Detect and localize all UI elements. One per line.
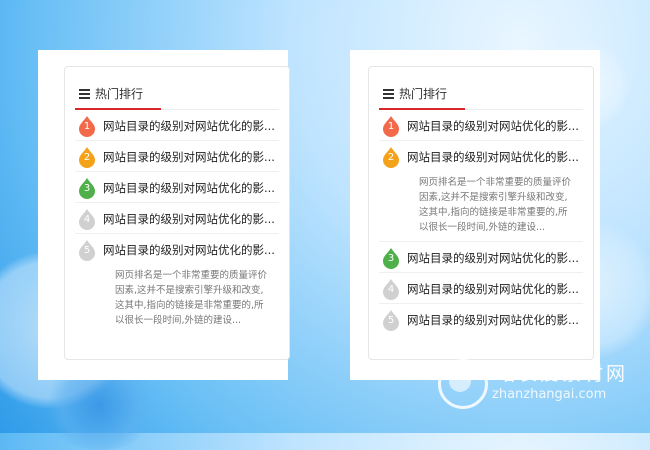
rank-number: 2 [387, 152, 395, 163]
right-panel: 热门排行 1 网站目录的级别对网站优化的影... 2 网站目录的级别对网站优化的… [350, 50, 600, 380]
article-link[interactable]: 网站目录的级别对网站优化的影... [407, 312, 587, 328]
rank-number: 5 [83, 245, 91, 256]
article-summary: 网页排名是一个非常重要的质量评价因素,这并不是搜索引擎升级和改变,这其中,指向的… [115, 270, 268, 326]
rank-number: 4 [387, 284, 395, 295]
list-item[interactable]: 3 网站目录的级别对网站优化的影... [379, 242, 583, 273]
hot-ranking-card: 热门排行 1 网站目录的级别对网站优化的影... 2 网站目录的级别对网站优化的… [368, 66, 594, 360]
article-link[interactable]: 网站目录的级别对网站优化的影... [407, 281, 587, 297]
site-watermark: 站长爱素材网 zhanzhangai.com [438, 355, 648, 415]
rank-number: 3 [83, 183, 91, 194]
list-item[interactable]: 3 网站目录的级别对网站优化的影... [75, 172, 279, 203]
rank-number: 5 [387, 315, 395, 326]
list-item-expanded[interactable]: 5 网站目录的级别对网站优化的影... 网页排名是一个非常重要的质量评价因素,这… [75, 234, 279, 334]
list-item[interactable]: 1 网站目录的级别对网站优化的影... [379, 110, 583, 141]
article-link[interactable]: 网站目录的级别对网站优化的影... [407, 149, 587, 165]
hot-ranking-card: 热门排行 1 网站目录的级别对网站优化的影... 2 网站目录的级别对网站优化的… [64, 66, 290, 360]
watermark-text-cn: 站长爱素材网 [496, 363, 629, 385]
ranking-list: 1 网站目录的级别对网站优化的影... 2 网站目录的级别对网站优化的影... … [75, 110, 279, 334]
article-link[interactable]: 网站目录的级别对网站优化的影... [407, 250, 587, 266]
rank-number: 4 [83, 214, 91, 225]
article-link[interactable]: 网站目录的级别对网站优化的影... [103, 180, 283, 196]
article-link[interactable]: 网站目录的级别对网站优化的影... [103, 211, 283, 227]
article-link[interactable]: 网站目录的级别对网站优化的影... [407, 118, 587, 134]
list-icon [79, 89, 90, 99]
list-item[interactable]: 4 网站目录的级别对网站优化的影... [75, 203, 279, 234]
card-title: 热门排行 [95, 87, 144, 101]
article-link[interactable]: 网站目录的级别对网站优化的影... [103, 118, 283, 134]
list-item-expanded[interactable]: 2 网站目录的级别对网站优化的影... 网页排名是一个非常重要的质量评价因素,这… [379, 141, 583, 242]
list-icon [383, 89, 394, 99]
list-item[interactable]: 4 网站目录的级别对网站优化的影... [379, 273, 583, 304]
article-link[interactable]: 网站目录的级别对网站优化的影... [103, 149, 283, 165]
card-header: 热门排行 [75, 67, 279, 110]
list-item[interactable]: 5 网站目录的级别对网站优化的影... [379, 304, 583, 334]
watermark-text-en: zhanzhangai.com [492, 387, 607, 402]
left-panel: 热门排行 1 网站目录的级别对网站优化的影... 2 网站目录的级别对网站优化的… [38, 50, 290, 380]
list-item[interactable]: 1 网站目录的级别对网站优化的影... [75, 110, 279, 141]
article-link[interactable]: 网站目录的级别对网站优化的影... [103, 242, 283, 258]
watermark-logo-icon [438, 359, 488, 409]
rank-number: 2 [83, 152, 91, 163]
ranking-list: 1 网站目录的级别对网站优化的影... 2 网站目录的级别对网站优化的影... … [379, 110, 583, 334]
rank-number: 3 [387, 253, 395, 264]
card-title: 热门排行 [399, 87, 448, 101]
article-summary: 网页排名是一个非常重要的质量评价因素,这并不是搜索引擎升级和改变,这其中,指向的… [419, 177, 572, 233]
card-header: 热门排行 [379, 67, 583, 110]
list-item[interactable]: 2 网站目录的级别对网站优化的影... [75, 141, 279, 172]
rank-number: 1 [83, 121, 91, 132]
rank-number: 1 [387, 121, 395, 132]
